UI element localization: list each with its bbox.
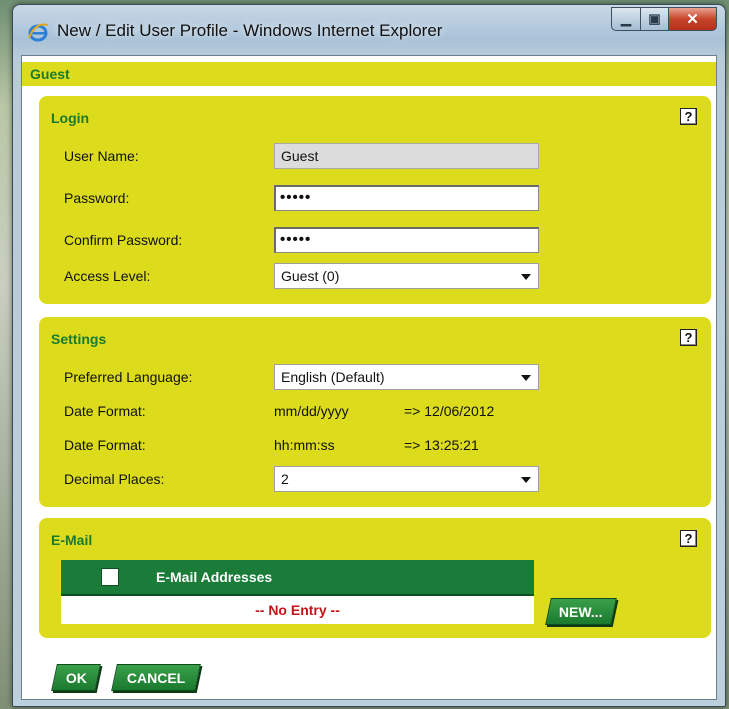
new-email-label: NEW... bbox=[559, 603, 603, 620]
login-title: Login bbox=[51, 110, 90, 126]
language-row: Preferred Language: English (Default) bbox=[64, 363, 539, 391]
help-icon[interactable]: ? bbox=[680, 108, 697, 125]
email-title: E-Mail bbox=[51, 532, 93, 548]
close-icon: ✕ bbox=[686, 11, 699, 28]
browser-window: New / Edit User Profile - Windows Intern… bbox=[12, 4, 726, 707]
email-table-header: E-Mail Addresses bbox=[61, 560, 534, 594]
decimal-places-label: Decimal Places: bbox=[64, 471, 165, 487]
access-level-value: Guest (0) bbox=[281, 268, 340, 284]
confirm-password-label: Confirm Password: bbox=[64, 232, 183, 248]
language-select[interactable]: English (Default) bbox=[274, 364, 539, 390]
cancel-label: CANCEL bbox=[126, 669, 186, 686]
settings-panel: Settings ? Preferred Language: English (… bbox=[39, 317, 711, 507]
ok-label: OK bbox=[65, 669, 87, 686]
user-name-field: Guest bbox=[274, 143, 539, 169]
chevron-down-icon bbox=[521, 274, 531, 280]
date-preview: => 12/06/2012 bbox=[404, 403, 495, 419]
help-icon[interactable]: ? bbox=[680, 530, 697, 547]
page-title: Guest bbox=[22, 62, 716, 86]
email-column-header: E-Mail Addresses bbox=[156, 569, 273, 585]
password-label: Password: bbox=[64, 190, 130, 206]
title-bar[interactable]: New / Edit User Profile - Windows Intern… bbox=[13, 5, 725, 55]
new-email-button[interactable]: NEW... bbox=[545, 598, 617, 625]
confirm-password-field[interactable]: ••••• bbox=[274, 227, 539, 253]
decimal-places-value: 2 bbox=[281, 471, 289, 487]
user-name-label: User Name: bbox=[64, 148, 139, 164]
time-format-value: hh:mm:ss bbox=[274, 437, 335, 453]
email-empty-row: -- No Entry -- bbox=[61, 594, 534, 624]
access-level-select[interactable]: Guest (0) bbox=[274, 263, 539, 289]
email-table: E-Mail Addresses -- No Entry -- bbox=[61, 560, 534, 624]
window-title: New / Edit User Profile - Windows Intern… bbox=[57, 21, 443, 40]
settings-title: Settings bbox=[51, 331, 107, 347]
date-format-row: Date Format: mm/dd/yyyy => 12/06/2012 bbox=[64, 397, 494, 425]
minimize-button[interactable]: ▁ bbox=[611, 7, 641, 31]
decimal-places-row: Decimal Places: 2 bbox=[64, 465, 539, 493]
confirm-password-row: Confirm Password: ••••• bbox=[64, 226, 539, 254]
language-value: English (Default) bbox=[281, 369, 385, 385]
user-name-row: User Name: Guest bbox=[64, 142, 539, 170]
cancel-button[interactable]: CANCEL bbox=[111, 664, 201, 691]
decimal-places-select[interactable]: 2 bbox=[274, 466, 539, 492]
password-field[interactable]: ••••• bbox=[274, 185, 539, 211]
minimize-icon: ▁ bbox=[621, 11, 631, 26]
maximize-icon: ▣ bbox=[648, 11, 661, 26]
access-level-row: Access Level: Guest (0) bbox=[64, 262, 539, 290]
ie-icon bbox=[27, 22, 49, 42]
ok-button[interactable]: OK bbox=[51, 664, 101, 691]
chevron-down-icon bbox=[521, 477, 531, 483]
email-panel: E-Mail ? E-Mail Addresses -- No Entry --… bbox=[39, 518, 711, 638]
time-format-label: Date Format: bbox=[64, 437, 146, 453]
access-level-label: Access Level: bbox=[64, 268, 151, 284]
select-all-checkbox[interactable] bbox=[101, 568, 119, 586]
login-panel: Login ? User Name: Guest Password: •••••… bbox=[39, 96, 711, 304]
maximize-button[interactable]: ▣ bbox=[641, 7, 669, 31]
password-row: Password: ••••• bbox=[64, 184, 539, 212]
help-icon[interactable]: ? bbox=[680, 329, 697, 346]
language-label: Preferred Language: bbox=[64, 369, 193, 385]
time-preview: => 13:25:21 bbox=[404, 437, 479, 453]
email-empty-text: -- No Entry -- bbox=[255, 602, 340, 618]
page-content: Guest Login ? User Name: Guest Password:… bbox=[21, 55, 717, 700]
date-format-value: mm/dd/yyyy bbox=[274, 403, 349, 419]
date-format-label: Date Format: bbox=[64, 403, 146, 419]
time-format-row: Date Format: hh:mm:ss => 13:25:21 bbox=[64, 431, 479, 459]
window-controls: ▁ ▣ ✕ bbox=[611, 7, 717, 31]
chevron-down-icon bbox=[521, 375, 531, 381]
close-button[interactable]: ✕ bbox=[669, 7, 717, 31]
